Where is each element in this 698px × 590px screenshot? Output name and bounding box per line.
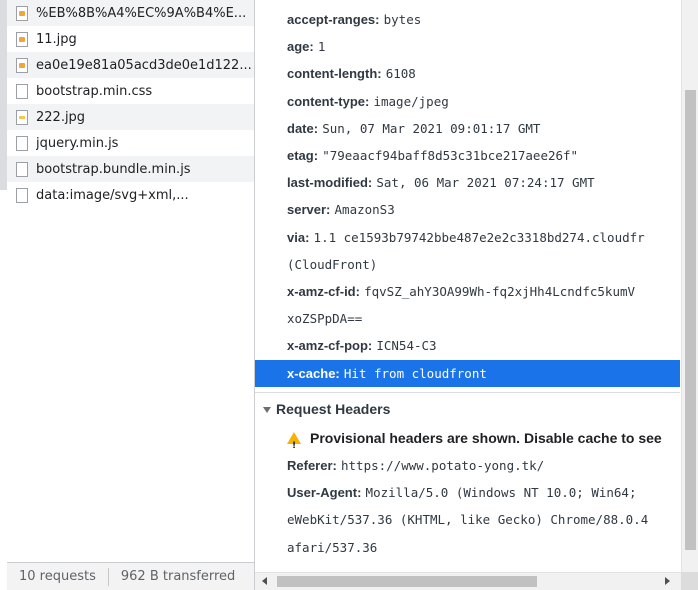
header-row[interactable]: last-modified: Sat, 06 Mar 2021 07:24:17… bbox=[255, 169, 680, 196]
header-value: eWebKit/537.36 (KHTML, like Gecko) Chrom… bbox=[287, 512, 649, 528]
network-status-bar: 10 requests 962 B transferred bbox=[7, 562, 254, 590]
header-row[interactable]: x-cache: Hit from cloudfront bbox=[255, 359, 680, 387]
header-key: via: bbox=[287, 229, 310, 245]
header-value: Mozilla/5.0 (Windows NT 10.0; Win64; bbox=[365, 485, 637, 501]
header-key: x-amz-cf-pop: bbox=[287, 338, 373, 354]
section-divider bbox=[255, 392, 680, 393]
image-file-icon bbox=[16, 109, 28, 125]
header-row[interactable]: x-amz-cf-pop: ICN54-C3 bbox=[255, 332, 680, 359]
header-key: age: bbox=[287, 39, 314, 55]
horizontal-scroll-thumb[interactable] bbox=[277, 576, 537, 587]
list-gutter bbox=[0, 0, 7, 190]
header-row[interactable]: eWebKit/537.36 (KHTML, like Gecko) Chrom… bbox=[255, 506, 680, 533]
header-value: Hit from cloudfront bbox=[343, 365, 487, 381]
header-row[interactable]: User-Agent: Mozilla/5.0 (Windows NT 10.0… bbox=[255, 479, 680, 506]
document-file-icon bbox=[16, 161, 28, 177]
header-value: Sun, 07 Mar 2021 09:01:17 GMT bbox=[322, 120, 541, 136]
request-name: data:image/svg+xml,... bbox=[36, 187, 189, 203]
request-row[interactable]: ea0e19e81a05acd3de0e1d122... bbox=[7, 52, 254, 78]
document-file-icon bbox=[16, 83, 28, 99]
request-row[interactable]: 11.jpg bbox=[7, 26, 254, 52]
request-name: ea0e19e81a05acd3de0e1d122... bbox=[36, 57, 252, 73]
header-value: ICN54-C3 bbox=[376, 338, 437, 354]
request-row[interactable]: 222.jpg bbox=[7, 104, 254, 130]
header-key: content-type: bbox=[287, 93, 370, 109]
header-key: date: bbox=[287, 120, 319, 136]
warning-icon bbox=[287, 432, 301, 452]
request-row[interactable]: bootstrap.bundle.min.js bbox=[7, 156, 254, 182]
header-row[interactable]: content-length: 6108 bbox=[255, 60, 680, 87]
header-row[interactable]: afari/537.36 bbox=[255, 534, 680, 561]
request-row[interactable]: jquery.min.js bbox=[7, 130, 254, 156]
section-title: Request Headers bbox=[276, 401, 391, 417]
document-file-icon bbox=[16, 187, 28, 203]
header-value: xoZSPpDA== bbox=[287, 311, 363, 327]
scroll-right-arrow-icon[interactable] bbox=[665, 577, 670, 585]
image-file-icon bbox=[16, 57, 28, 73]
header-value: afari/537.36 bbox=[287, 539, 378, 555]
scroll-left-arrow-icon[interactable] bbox=[262, 577, 267, 585]
image-file-icon bbox=[16, 5, 28, 21]
header-row[interactable]: content-type: image/jpeg bbox=[255, 88, 680, 115]
header-key: content-length: bbox=[287, 66, 382, 82]
collapse-triangle-icon bbox=[263, 407, 271, 414]
request-row[interactable]: %EB%8B%A4%EC%9A%B4%E... bbox=[7, 0, 254, 26]
header-row[interactable]: xoZSPpDA== bbox=[255, 305, 680, 332]
header-row[interactable]: x-amz-cf-id: fqvSZ_ahY3OA99Wh-fq2xjHh4Lc… bbox=[255, 278, 680, 305]
headers-panel: accept-ranges: bytes age: 1 content-length… bbox=[255, 0, 698, 590]
file-list: %EB%8B%A4%EC%9A%B4%E... 11.jpg ea0e19e81a0… bbox=[7, 0, 254, 208]
request-name: bootstrap.bundle.min.js bbox=[36, 161, 191, 177]
header-value: Sat, 06 Mar 2021 07:24:17 GMT bbox=[376, 175, 595, 191]
transferred-size: 962 B transferred bbox=[120, 569, 236, 584]
request-name: 222.jpg bbox=[36, 109, 86, 125]
header-value: 6108 bbox=[385, 66, 416, 82]
header-row[interactable]: age: 1 bbox=[255, 33, 680, 60]
header-key: accept-ranges: bbox=[287, 12, 380, 27]
header-row[interactable]: (CloudFront) bbox=[255, 251, 680, 278]
request-name: %EB%8B%A4%EC%9A%B4%E... bbox=[36, 5, 247, 21]
request-name: jquery.min.js bbox=[36, 135, 119, 151]
header-value: 1.1 ce1593b79742bbe487e2e2c3318bd274.clo… bbox=[313, 229, 645, 245]
header-key: server: bbox=[287, 202, 331, 218]
request-row[interactable]: bootstrap.min.css bbox=[7, 78, 254, 104]
header-key: etag: bbox=[287, 148, 319, 163]
header-value: 1 bbox=[317, 39, 326, 55]
header-value: (CloudFront) bbox=[287, 256, 378, 272]
header-value: fqvSZ_ahY3OA99Wh-fq2xjHh4Lcndfc5kumV bbox=[364, 284, 636, 299]
vertical-scroll-thumb[interactable] bbox=[685, 90, 696, 550]
provisional-headers-warning: Provisional headers are shown. Disable c… bbox=[255, 425, 680, 452]
header-key: Referer: bbox=[287, 458, 337, 473]
header-key: last-modified: bbox=[287, 175, 373, 191]
request-name: bootstrap.min.css bbox=[36, 83, 153, 99]
header-row[interactable]: via: 1.1 ce1593b79742bbe487e2e2c3318bd27… bbox=[255, 224, 680, 251]
header-row[interactable]: etag: "79eaacf94baff8d53c31bce217aee26f" bbox=[255, 142, 680, 169]
request-name: 11.jpg bbox=[36, 31, 77, 47]
header-value: bytes bbox=[383, 12, 422, 27]
header-key: User-Agent: bbox=[287, 485, 362, 501]
header-value: "79eaacf94baff8d53c31bce217aee26f" bbox=[322, 148, 579, 163]
request-row[interactable]: data:image/svg+xml,... bbox=[7, 182, 254, 208]
request-headers-section-toggle[interactable]: Request Headers bbox=[255, 395, 680, 423]
header-row[interactable]: Referer: https://www.potato-yong.tk/ bbox=[255, 452, 680, 479]
header-value: image/jpeg bbox=[373, 93, 449, 109]
vertical-scrollbar[interactable] bbox=[681, 0, 698, 572]
warning-text: Provisional headers are shown. Disable c… bbox=[310, 430, 662, 446]
image-file-icon bbox=[16, 31, 28, 47]
horizontal-scrollbar[interactable] bbox=[255, 572, 698, 590]
header-row[interactable]: accept-ranges: bytes bbox=[255, 6, 680, 33]
request-list-panel: %EB%8B%A4%EC%9A%B4%E... 11.jpg ea0e19e81a0… bbox=[0, 0, 255, 590]
scrollbar-corner bbox=[681, 572, 698, 590]
header-value: AmazonS3 bbox=[334, 202, 395, 218]
header-key: x-cache: bbox=[287, 365, 340, 381]
header-value: https://www.potato-yong.tk/ bbox=[341, 458, 545, 473]
request-count: 10 requests bbox=[19, 569, 96, 584]
header-row[interactable]: server: AmazonS3 bbox=[255, 196, 680, 223]
header-row[interactable]: date: Sun, 07 Mar 2021 09:01:17 GMT bbox=[255, 115, 680, 142]
header-key: x-amz-cf-id: bbox=[287, 284, 360, 299]
document-file-icon bbox=[16, 135, 28, 151]
